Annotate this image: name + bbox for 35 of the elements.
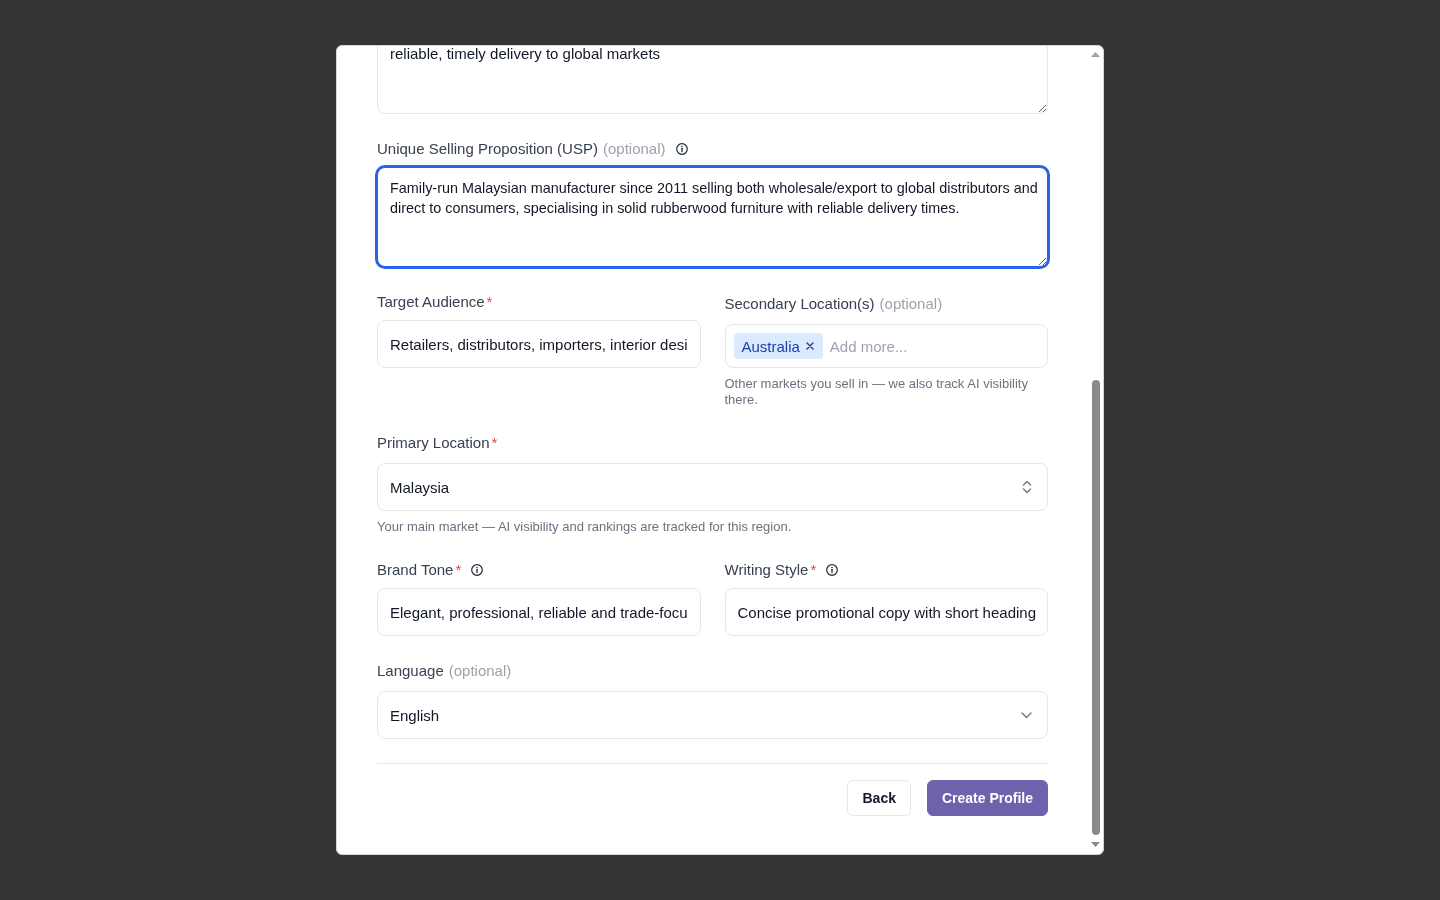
back-button[interactable]: Back — [847, 780, 911, 816]
field-label: Secondary Location(s) — [724, 294, 875, 314]
text-input-field[interactable]: Elegant, professional, reliable and trade-focu — [377, 588, 701, 636]
textarea-field[interactable]: Family-run Malaysian manufacturer since 2011 selling both wholesale/export to global distributors and direct to consumers, specialising in solid rubberwood furniture with reliable delivery times. — [377, 167, 1048, 267]
chevron-down-icon — [1021, 711, 1032, 719]
select-field[interactable]: Malaysia — [377, 463, 1048, 511]
text-input-field[interactable]: Concise promotional copy with short heading — [724, 588, 1048, 636]
text-input-field[interactable]: Retailers, distributors, importers, interior desi — [377, 320, 701, 368]
field-label: Target Audience — [377, 292, 485, 312]
helper-text: Other markets you sell in — we also track AI visibility there. — [724, 376, 1029, 408]
field-label: Writing Style — [724, 560, 809, 580]
field-label: Language — [377, 661, 444, 681]
scrollbar-thumb[interactable] — [1091, 380, 1100, 835]
tag-chip[interactable]: Australia — [733, 333, 823, 359]
helper-text: Your main market — AI visibility and rankings are tracked for this region. — [377, 519, 793, 535]
chevron-up-down-icon — [1022, 480, 1032, 494]
required-mark: * — [455, 560, 462, 580]
field-label: Primary Location — [377, 433, 490, 453]
close-icon[interactable] — [805, 342, 814, 350]
create-button[interactable]: Create Profile — [926, 780, 1048, 816]
optional-note: (optional) — [879, 294, 943, 314]
field-label: Unique Selling Proposition (USP) — [377, 139, 598, 159]
optional-note: (optional) — [448, 661, 512, 681]
scroll-down-arrow-icon[interactable] — [1091, 842, 1100, 847]
field-label: Brand Tone — [377, 560, 454, 580]
info-icon[interactable] — [826, 564, 839, 576]
required-mark: * — [491, 433, 498, 453]
tag-input-field[interactable]: Australia Add more... — [724, 324, 1048, 368]
textarea-field[interactable]: reliable, timely delivery to global markets — [377, 46, 1048, 114]
info-icon[interactable] — [471, 564, 484, 576]
required-mark: * — [486, 292, 493, 312]
select-field[interactable]: English — [377, 691, 1048, 739]
info-icon[interactable] — [675, 143, 688, 155]
optional-note: (optional) — [602, 139, 666, 159]
required-mark: * — [810, 560, 817, 580]
